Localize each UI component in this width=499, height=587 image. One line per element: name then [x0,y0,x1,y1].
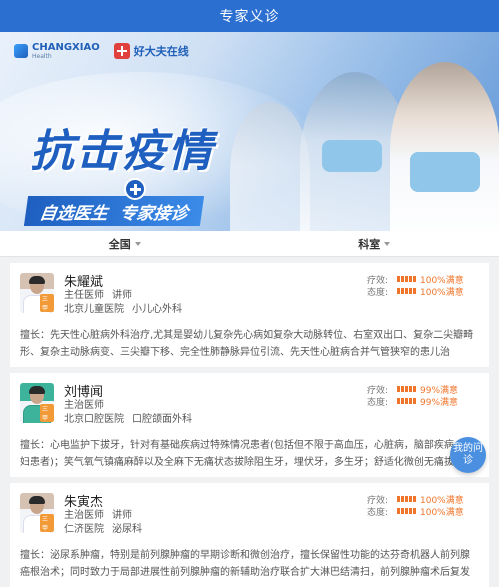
doctor-ratings: 疗效:100%满意 态度:100%满意 [367,489,479,547]
doctor-ratings: 疗效:99%满意 态度:99%满意 [367,379,479,437]
caret-down-icon [135,242,141,246]
effect-rating-bars [397,276,416,282]
attitude-value: 100%满意 [420,505,464,518]
region-filter[interactable]: 全国 [0,236,250,252]
department-filter[interactable]: 科室 [250,236,499,252]
attitude-rating-bars [397,288,416,294]
face-mask-graphic [410,152,480,192]
banner-tagline-1: 自选医生 [38,199,110,224]
doctor-card[interactable]: 三甲 朱耀斌 主任医师讲师 北京儿童医院小儿心外科 疗效:100%满意 态度:1… [10,263,489,367]
doctor-title: 主治医师 [64,400,104,411]
haodaifu-logo-text: 好大夫在线 [134,43,189,59]
doctor-card[interactable]: 三甲 刘博闻 主治医师 北京口腔医院口腔颌面外科 疗效:99%满意 态度:99%… [10,373,489,477]
doctor-list: 三甲 朱耀斌 主任医师讲师 北京儿童医院小儿心外科 疗效:100%满意 态度:1… [0,263,499,587]
doctor-specialty: 擅长：心电监护下拔牙，针对有基础疾病过特殊情况患者(包括但不限于高血压，心脏病，… [20,437,479,471]
region-filter-label: 全国 [109,236,131,252]
hospital-grade-badge: 三甲 [40,404,54,422]
attitude-rating-bars [397,508,416,514]
doctor-ratings: 疗效:100%满意 态度:100%满意 [367,269,479,327]
doctor-title: 主任医师 [64,290,104,301]
doctor-specialty: 擅长：泌尿系肿瘤，特别是前列腺肿瘤的早期诊断和微创治疗，擅长保留性功能的达芬奇机… [20,547,479,581]
promo-banner[interactable]: CHANGXIAO Health 好大夫在线 抗击疫情 自选医生 专家接诊 [0,32,499,231]
changxiao-logo: CHANGXIAO Health [14,42,100,60]
doctor-hospital: 北京口腔医院 [64,414,124,425]
page-title: 专家义诊 [220,6,280,26]
doctor-hospital: 北京儿童医院 [64,304,124,315]
effect-rating-bars [397,386,416,392]
haodaifu-logo: 好大夫在线 [114,43,189,59]
banner-tagline-2: 专家接诊 [118,199,190,224]
attitude-value: 99%满意 [420,395,458,408]
doctor-illustration [230,102,310,231]
effect-rating-bars [397,496,416,502]
medical-shield-icon [124,178,146,200]
doctor-specialty: 擅长：先天性心脏病外科治疗,尤其是婴幼儿复杂先心病如复杂大动脉转位、右室双出口、… [20,327,479,361]
medical-cross-icon [114,43,130,59]
doctor-name: 刘博闻 [64,381,367,399]
doctor-academic-title: 讲师 [112,510,132,521]
doctor-avatar: 三甲 [20,273,54,313]
doctor-avatar: 三甲 [20,493,54,533]
changxiao-logo-icon [14,44,28,58]
partner-logos: CHANGXIAO Health 好大夫在线 [14,42,189,60]
hospital-grade-badge: 三甲 [40,514,54,532]
department-filter-label: 科室 [358,236,380,252]
hospital-grade-badge: 三甲 [40,294,54,312]
my-consultation-button[interactable]: 我的问诊 [450,437,486,473]
doctor-academic-title: 讲师 [112,290,132,301]
attitude-label: 态度: [367,285,397,298]
doctor-department: 泌尿科 [112,524,142,535]
doctor-department: 小儿心外科 [132,304,182,315]
doctor-name: 朱耀斌 [64,271,367,289]
doctor-title: 主治医师 [64,510,104,521]
face-mask-graphic [322,140,382,172]
page-header: 专家义诊 [0,0,499,32]
attitude-value: 100%满意 [420,285,464,298]
attitude-rating-bars [397,398,416,404]
doctor-hospital: 仁济医院 [64,524,104,535]
changxiao-logo-sub: Health [32,53,100,60]
doctor-card[interactable]: 三甲 朱寅杰 主治医师讲师 仁济医院泌尿科 疗效:100%满意 态度:100%满… [10,483,489,587]
caret-down-icon [384,242,390,246]
banner-tagline: 自选医生 专家接诊 [24,196,204,226]
doctor-illustration [390,62,499,231]
changxiao-logo-text: CHANGXIAO [32,42,100,53]
banner-headline: 抗击疫情 [30,130,214,174]
doctor-avatar: 三甲 [20,383,54,423]
attitude-label: 态度: [367,505,397,518]
doctor-name: 朱寅杰 [64,491,367,509]
filter-bar: 全国 科室 [0,231,499,257]
attitude-label: 态度: [367,395,397,408]
doctor-department: 口腔颌面外科 [132,414,192,425]
